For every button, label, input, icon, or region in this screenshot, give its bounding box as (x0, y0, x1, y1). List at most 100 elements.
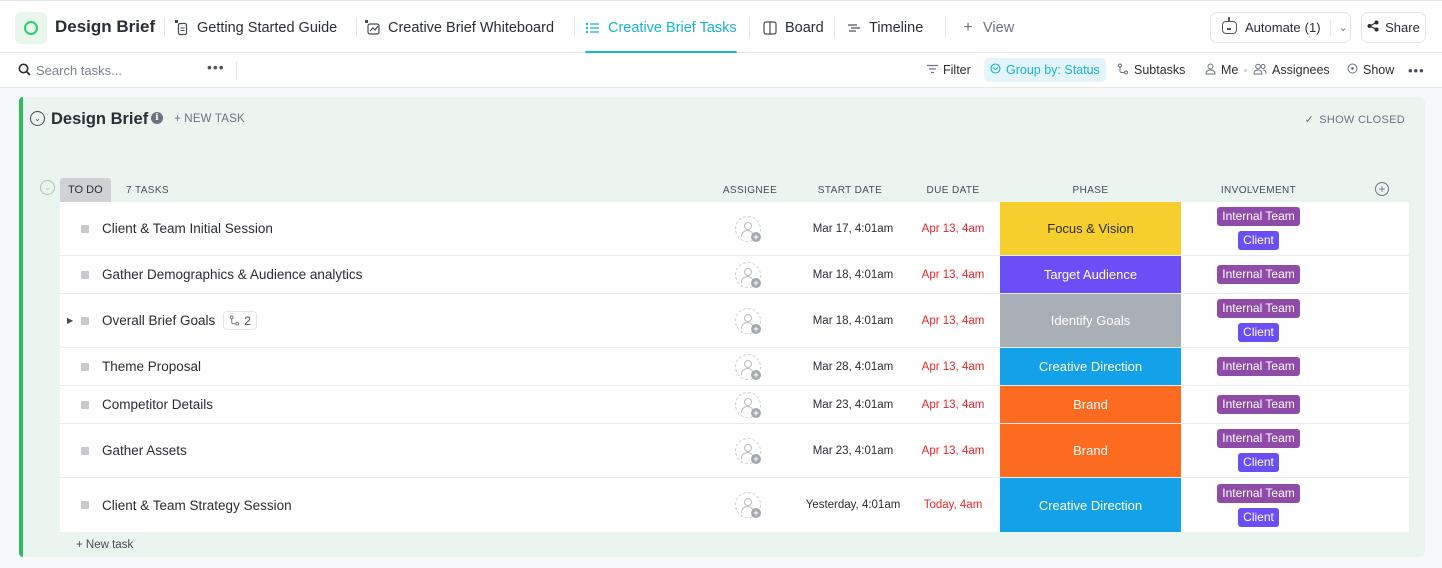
add-assignee-icon[interactable]: + (735, 261, 761, 288)
add-assignee-icon[interactable]: + (735, 215, 761, 242)
add-assignee-icon[interactable]: + (735, 391, 761, 418)
start-date[interactable]: Mar 23, 4:01am (795, 445, 911, 457)
column-header-assignee[interactable]: ASSIGNEE (700, 185, 800, 196)
status-badge[interactable]: TO DO (60, 178, 111, 202)
task-name[interactable]: Gather Assets (102, 443, 187, 458)
due-date[interactable]: Apr 13, 4am (913, 269, 993, 281)
involvement-cell[interactable]: Internal Team Client (1181, 207, 1336, 250)
tab-creative-brief-tasks[interactable]: Creative Brief Tasks (585, 1, 737, 54)
phase-cell[interactable]: Creative Direction (1000, 478, 1181, 532)
new-task-inline-button[interactable]: + New task (76, 539, 133, 551)
task-name[interactable]: Gather Demographics & Audience analytics (102, 267, 362, 282)
status-square-icon[interactable] (81, 224, 89, 233)
due-date[interactable]: Today, 4am (913, 499, 993, 511)
due-date[interactable]: Apr 13, 4am (913, 223, 993, 235)
tab-getting-started-guide[interactable]: Getting Started Guide (174, 1, 337, 54)
add-column-icon[interactable]: + (1375, 182, 1389, 196)
due-date[interactable]: Apr 13, 4am (913, 361, 993, 373)
column-header-phase[interactable]: PHASE (1000, 185, 1181, 196)
toolbar: ••• Filter Group by: Status Subtasks Me … (0, 53, 1442, 88)
phase-cell[interactable]: Brand (1000, 386, 1181, 423)
involvement-cell[interactable]: Internal Team (1181, 265, 1336, 284)
task-name[interactable]: Competitor Details (102, 397, 213, 412)
group-by-label: Group by: Status (1006, 63, 1100, 77)
robot-icon (1222, 17, 1237, 34)
start-date[interactable]: Yesterday, 4:01am (795, 499, 911, 511)
start-date[interactable]: Mar 18, 4:01am (795, 269, 911, 281)
subtask-count-badge[interactable]: 2 (223, 311, 257, 330)
column-header-involvement[interactable]: INVOLVEMENT (1181, 185, 1336, 196)
list-title[interactable]: Design Brief (51, 110, 148, 129)
filter-label: Filter (943, 63, 971, 77)
expand-subtasks-icon[interactable]: ▶ (67, 316, 73, 325)
more-options-icon[interactable]: ••• (1408, 53, 1425, 87)
phase-cell[interactable]: Identify Goals (1000, 294, 1181, 347)
involvement-cell[interactable]: Internal Team (1181, 395, 1336, 414)
filter-button[interactable]: Filter (927, 53, 971, 87)
assignees-button[interactable]: Assignees (1253, 53, 1330, 87)
table-row[interactable]: Client & Team Strategy Session + Yesterday… (60, 478, 1409, 532)
tab-timeline[interactable]: Timeline (846, 1, 923, 54)
status-square-icon[interactable] (81, 501, 89, 509)
collapse-group-icon[interactable]: ⌄ (40, 180, 55, 195)
collapse-list-icon[interactable]: ⌄ (30, 111, 45, 126)
column-header-start-date[interactable]: START DATE (795, 185, 905, 196)
due-date[interactable]: Apr 13, 4am (913, 315, 993, 327)
start-date[interactable]: Mar 23, 4:01am (795, 399, 911, 411)
share-icon (1367, 20, 1379, 35)
subtasks-button[interactable]: Subtasks (1117, 53, 1185, 87)
chevron-down-icon[interactable]: ⌄ (1339, 21, 1348, 34)
search-input[interactable] (36, 61, 196, 79)
status-square-icon[interactable] (81, 362, 89, 371)
add-view-button[interactable]: + View (960, 1, 1014, 54)
phase-cell[interactable]: Brand (1000, 424, 1181, 477)
phase-cell[interactable]: Creative Direction (1000, 348, 1181, 385)
task-name[interactable]: Client & Team Strategy Session (102, 498, 292, 513)
info-icon[interactable]: i (151, 112, 163, 124)
task-name[interactable]: Theme Proposal (102, 359, 201, 374)
table-row[interactable]: Theme Proposal + Mar 28, 4:01am Apr 13, 4am… (60, 348, 1409, 386)
tab-board[interactable]: Board (762, 1, 824, 54)
status-square-icon[interactable] (81, 316, 89, 325)
task-name-text: Gather Assets (102, 443, 187, 458)
phase-cell[interactable]: Target Audience (1000, 256, 1181, 293)
involvement-cell[interactable]: Internal Team Client (1181, 429, 1336, 472)
space-title[interactable]: Design Brief (55, 17, 155, 37)
show-button[interactable]: Show (1347, 53, 1394, 87)
involvement-cell[interactable]: Internal Team Client (1181, 483, 1336, 527)
share-button[interactable]: Share (1361, 12, 1426, 43)
column-header-due-date[interactable]: DUE DATE (913, 185, 993, 196)
me-filter-button[interactable]: Me (1205, 53, 1238, 87)
task-name[interactable]: Client & Team Initial Session (102, 221, 273, 236)
due-date[interactable]: Apr 13, 4am (913, 445, 993, 457)
phase-label: Creative Direction (1038, 359, 1143, 374)
group-by-button[interactable]: Group by: Status (984, 58, 1106, 82)
task-name[interactable]: Overall Brief Goals 2 (102, 311, 257, 330)
phase-cell[interactable]: Focus & Vision (1000, 202, 1181, 255)
due-date[interactable]: Apr 13, 4am (913, 399, 993, 411)
status-square-icon[interactable] (81, 270, 89, 279)
more-options-icon[interactable]: ••• (207, 59, 225, 75)
table-row[interactable]: ▶ Overall Brief Goals 2 + Mar 18, 4:01am Apr … (60, 294, 1409, 348)
new-task-button[interactable]: + NEW TASK (174, 113, 245, 125)
start-date[interactable]: Mar 17, 4:01am (795, 223, 911, 235)
add-assignee-icon[interactable]: + (735, 307, 761, 334)
table-row[interactable]: Competitor Details + Mar 23, 4:01am Apr 13,… (60, 386, 1409, 424)
table-row[interactable]: Gather Assets + Mar 23, 4:01am Apr 13, 4am B… (60, 424, 1409, 478)
add-assignee-icon[interactable]: + (735, 437, 761, 464)
start-date[interactable]: Mar 18, 4:01am (795, 315, 911, 327)
space-icon[interactable] (15, 12, 47, 44)
add-assignee-icon[interactable]: + (735, 353, 761, 380)
status-square-icon[interactable] (81, 446, 89, 455)
task-name-text: Client & Team Initial Session (102, 221, 273, 236)
status-square-icon[interactable] (81, 400, 89, 409)
show-closed-button[interactable]: ✓ SHOW CLOSED (1305, 113, 1405, 126)
involvement-cell[interactable]: Internal Team (1181, 357, 1336, 376)
automate-button[interactable]: Automate (1) ⌄ (1210, 12, 1351, 43)
add-assignee-icon[interactable]: + (735, 492, 761, 518)
table-row[interactable]: Client & Team Initial Session + Mar 17, 4:… (60, 202, 1409, 256)
tab-creative-brief-whiteboard[interactable]: Creative Brief Whiteboard (365, 1, 554, 54)
start-date[interactable]: Mar 28, 4:01am (795, 361, 911, 373)
table-row[interactable]: Gather Demographics & Audience analytics… (60, 256, 1409, 294)
involvement-cell[interactable]: Internal Team Client (1181, 299, 1336, 342)
